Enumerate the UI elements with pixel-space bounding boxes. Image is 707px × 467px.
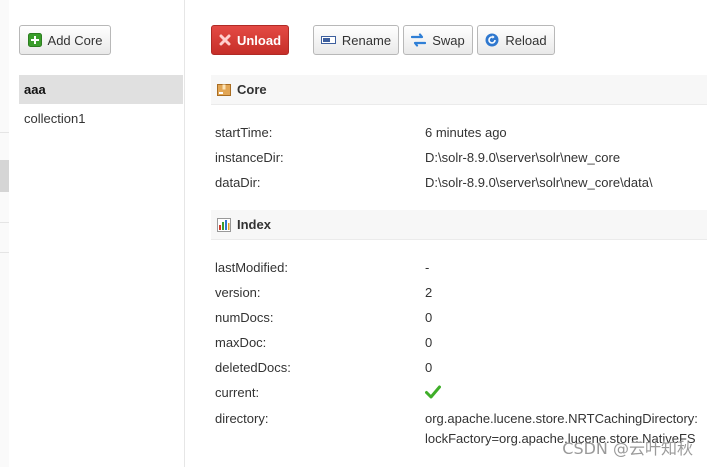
core-row-value: D:\solr-8.9.0\server\solr\new_core bbox=[425, 150, 621, 165]
core-row-value: D:\solr-8.9.0\server\solr\new_core\data\ bbox=[425, 175, 653, 190]
rename-label: Rename bbox=[341, 32, 392, 48]
swap-button[interactable]: Swap bbox=[403, 25, 473, 55]
core-section-title: Core bbox=[237, 82, 267, 97]
index-row-key: directory: bbox=[215, 411, 269, 426]
index-section-header: Index bbox=[211, 210, 707, 240]
nav-divider bbox=[0, 222, 9, 223]
core-row-value: 6 minutes ago bbox=[425, 125, 507, 140]
close-icon bbox=[219, 34, 231, 46]
index-row-key: deletedDocs: bbox=[215, 360, 291, 375]
rename-button[interactable]: Rename bbox=[313, 25, 399, 55]
checkmark-icon bbox=[425, 385, 441, 399]
index-row-key: version: bbox=[215, 285, 261, 300]
core-detail-panel: Unload Rename Swap Reload Core startTime… bbox=[185, 0, 707, 467]
core-section-header: Core bbox=[211, 75, 707, 105]
core-row-key: dataDir: bbox=[215, 175, 261, 190]
index-row-key: lastModified: bbox=[215, 260, 288, 275]
index-row-value: - bbox=[425, 260, 430, 275]
index-row-value: org.apache.lucene.store.NRTCachingDirect… bbox=[425, 411, 698, 426]
reload-icon bbox=[485, 33, 499, 47]
index-row-key: current: bbox=[215, 385, 260, 400]
package-icon bbox=[217, 83, 231, 97]
index-row-value: 0 bbox=[425, 335, 433, 350]
index-row-value: 2 bbox=[425, 285, 433, 300]
core-item-collection1[interactable]: collection1 bbox=[19, 104, 183, 133]
index-row-value: 0 bbox=[425, 360, 433, 375]
swap-icon bbox=[411, 33, 427, 47]
core-item-label: collection1 bbox=[24, 111, 86, 126]
nav-divider bbox=[0, 132, 9, 133]
swap-label: Swap bbox=[432, 32, 465, 48]
solr-core-admin-page: Add Core aaa collection1 Unload Rename S… bbox=[0, 0, 707, 467]
nav-selected-item[interactable] bbox=[0, 160, 9, 192]
core-row-key: startTime: bbox=[215, 125, 273, 140]
bar-chart-icon bbox=[217, 217, 231, 232]
core-item-label: aaa bbox=[24, 82, 46, 97]
reload-label: Reload bbox=[505, 32, 547, 48]
watermark: CSDN @云叶知秋 bbox=[562, 439, 693, 458]
core-item-aaa[interactable]: aaa bbox=[19, 75, 183, 104]
add-core-button[interactable]: Add Core bbox=[19, 25, 111, 55]
unload-button[interactable]: Unload bbox=[211, 25, 289, 55]
unload-label: Unload bbox=[236, 32, 282, 48]
index-section-title: Index bbox=[237, 217, 271, 232]
index-row-value: 0 bbox=[425, 310, 433, 325]
rename-icon bbox=[320, 34, 336, 46]
add-core-label: Add Core bbox=[47, 32, 103, 48]
core-list-panel: Add Core aaa collection1 bbox=[9, 0, 185, 467]
index-row-key: maxDoc: bbox=[215, 335, 267, 350]
core-row-key: instanceDir: bbox=[215, 150, 284, 165]
index-row-key: numDocs: bbox=[215, 310, 274, 325]
reload-button[interactable]: Reload bbox=[477, 25, 555, 55]
plus-icon bbox=[27, 33, 42, 47]
nav-divider bbox=[0, 252, 9, 253]
